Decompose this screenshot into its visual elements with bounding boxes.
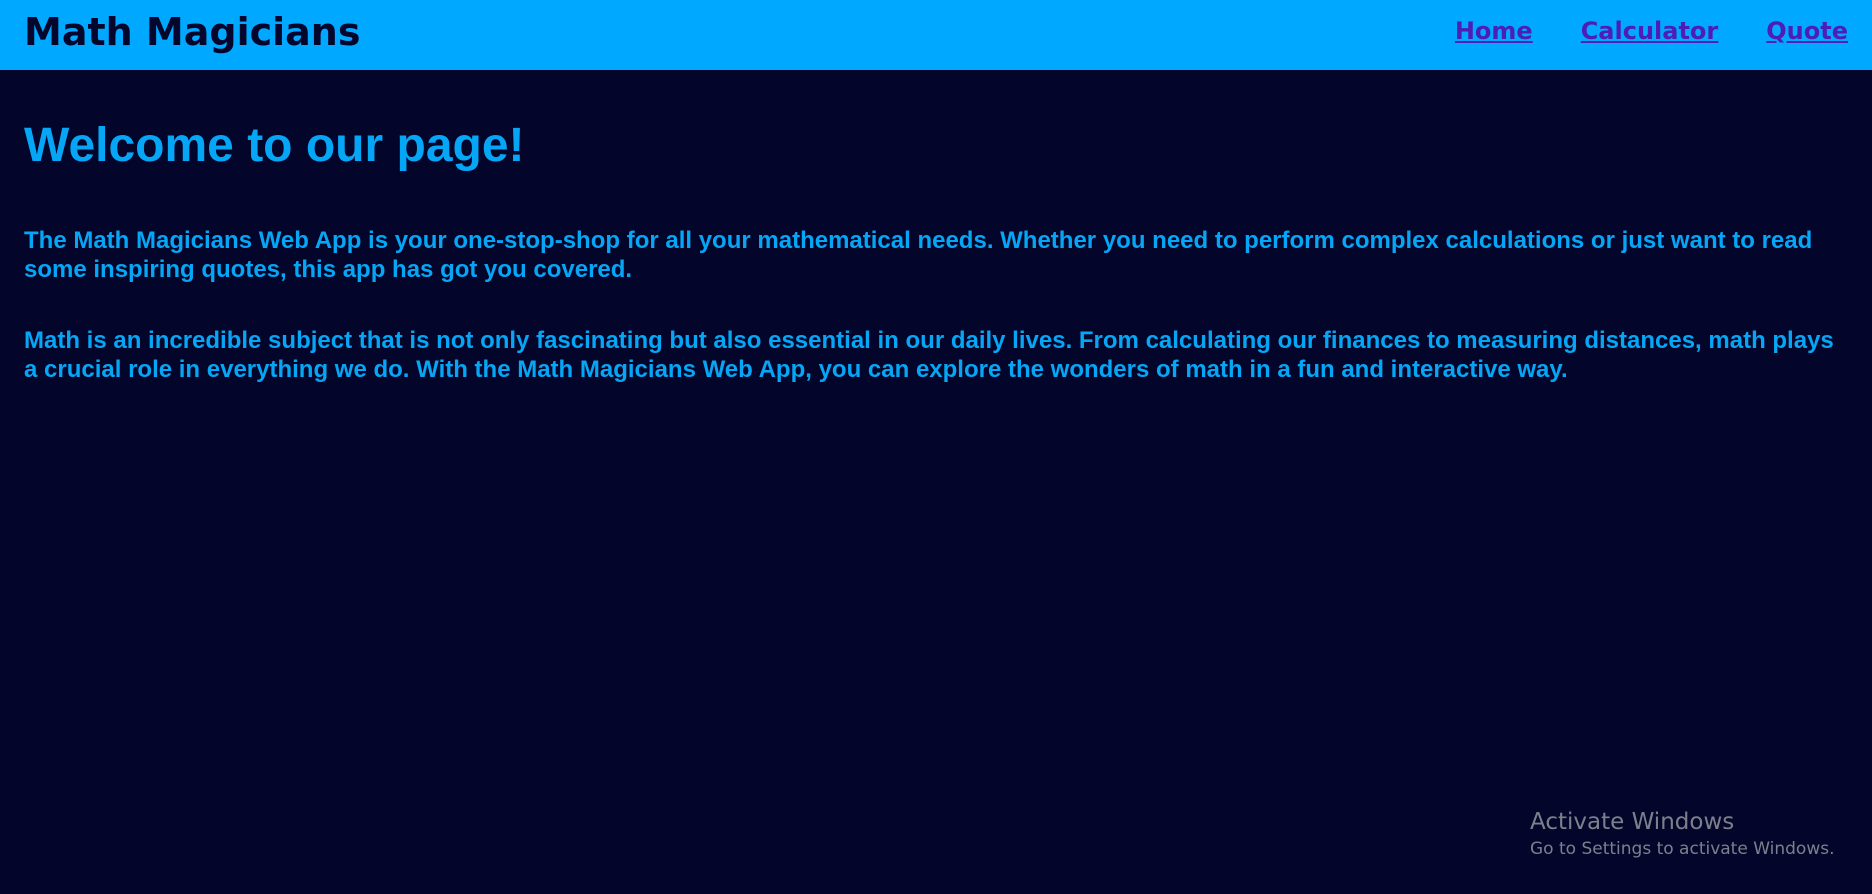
activate-windows-watermark: Activate Windows Go to Settings to activ… (1530, 807, 1835, 861)
nav-link-calculator[interactable]: Calculator (1581, 14, 1719, 48)
site-brand: Math Magicians (24, 10, 361, 54)
math-paragraph: Math is an incredible subject that is no… (24, 327, 1834, 383)
activate-windows-subtitle: Go to Settings to activate Windows. (1530, 839, 1835, 859)
navbar: Math Magicians Home Calculator Quote (0, 0, 1872, 70)
nav-link-home[interactable]: Home (1455, 14, 1533, 48)
activate-windows-title: Activate Windows (1530, 809, 1735, 835)
intro-paragraph: The Math Magicians Web App is your one-s… (24, 227, 1813, 283)
main-content: Welcome to our page! The Math Magicians … (24, 116, 1848, 384)
nav-link-quote[interactable]: Quote (1766, 14, 1848, 48)
page-title: Welcome to our page! (24, 119, 525, 172)
nav-links: Home Calculator Quote (1455, 14, 1848, 48)
